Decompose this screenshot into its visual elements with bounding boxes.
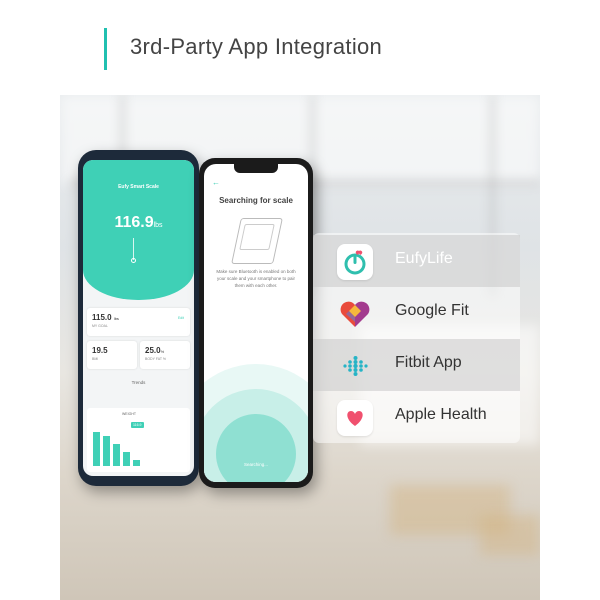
search-screen-title: Searching for scale — [219, 196, 293, 205]
back-arrow-icon[interactable]: ← — [212, 178, 220, 187]
bodyfat-value: 25.0 — [145, 346, 161, 355]
phone-right-screen: ← Searching for scale Make sure Bluetoot… — [204, 164, 308, 482]
integration-item-google-fit: Google Fit — [313, 287, 520, 339]
weight-trend-chart: WEIGHT 116.9 — [87, 408, 190, 472]
chart-bar — [123, 452, 130, 466]
bodyfat-label: BODY FAT % — [145, 357, 167, 361]
page-title: 3rd-Party App Integration — [130, 34, 383, 59]
chart-bar — [113, 444, 120, 466]
phone-weight-screen: Eufy Smart Scale 116.9lbs 115.0 lbs MY G… — [78, 150, 199, 486]
integration-label: Google Fit — [395, 302, 469, 319]
dial-needle — [133, 238, 134, 260]
chart-label: WEIGHT — [122, 412, 136, 416]
bmi-card: 19.5 BMI — [87, 341, 137, 369]
goal-label: MY GOAL — [92, 324, 108, 328]
weight-readout: 116.9lbs — [83, 214, 194, 232]
bodyfat-card: 25.0% BODY FAT % — [140, 341, 190, 369]
integration-item-apple-health: Apple Health — [313, 391, 520, 443]
chart-bar — [133, 460, 140, 466]
app-name: Eufy Smart Scale — [118, 184, 159, 190]
eufylife-icon — [337, 244, 373, 280]
integration-list: EufyLife Google Fit Fitbit App Apple Hea… — [313, 233, 520, 443]
title-accent-bar — [104, 28, 107, 70]
bmi-label: BMI — [92, 357, 99, 361]
goal-card[interactable]: 115.0 lbs MY GOAL Edit — [87, 308, 190, 336]
phone-left-screen: Eufy Smart Scale 116.9lbs 115.0 lbs MY G… — [83, 160, 194, 476]
pairing-message: Make sure Bluetooth is enabled on both y… — [216, 269, 296, 288]
fitbit-dots-icon — [337, 348, 373, 384]
integration-label: Apple Health — [395, 406, 487, 423]
scale-illustration-inner — [239, 224, 275, 250]
bodyfat-unit: % — [160, 349, 165, 354]
chart-bar — [93, 432, 100, 466]
apple-health-heart-icon — [337, 400, 373, 436]
weight-unit: lbs — [153, 222, 163, 229]
weight-value: 116.9 — [114, 214, 154, 231]
google-fit-heart-icon — [337, 296, 373, 332]
chart-tooltip: 116.9 — [131, 422, 144, 428]
phone-notch — [234, 164, 278, 173]
dial-dot — [131, 258, 136, 263]
goal-unit: lbs — [113, 316, 119, 321]
goal-edit-link[interactable]: Edit — [178, 316, 184, 320]
chart-bar — [103, 436, 110, 466]
goal-value: 115.0 — [92, 313, 112, 322]
integration-label: EufyLife — [395, 250, 453, 267]
integration-item-fitbit: Fitbit App — [313, 339, 520, 391]
search-status: Searching... — [243, 462, 268, 467]
integration-label: Fitbit App — [395, 354, 462, 371]
promo-image: 3rd-Party App Integration Eufy Smart Sca… — [0, 0, 600, 600]
bmi-value: 19.5 — [92, 346, 108, 355]
trends-title: Trends — [131, 380, 146, 385]
integration-item-eufylife: EufyLife — [313, 235, 520, 287]
phone-search-screen: ← Searching for scale Make sure Bluetoot… — [199, 158, 313, 488]
